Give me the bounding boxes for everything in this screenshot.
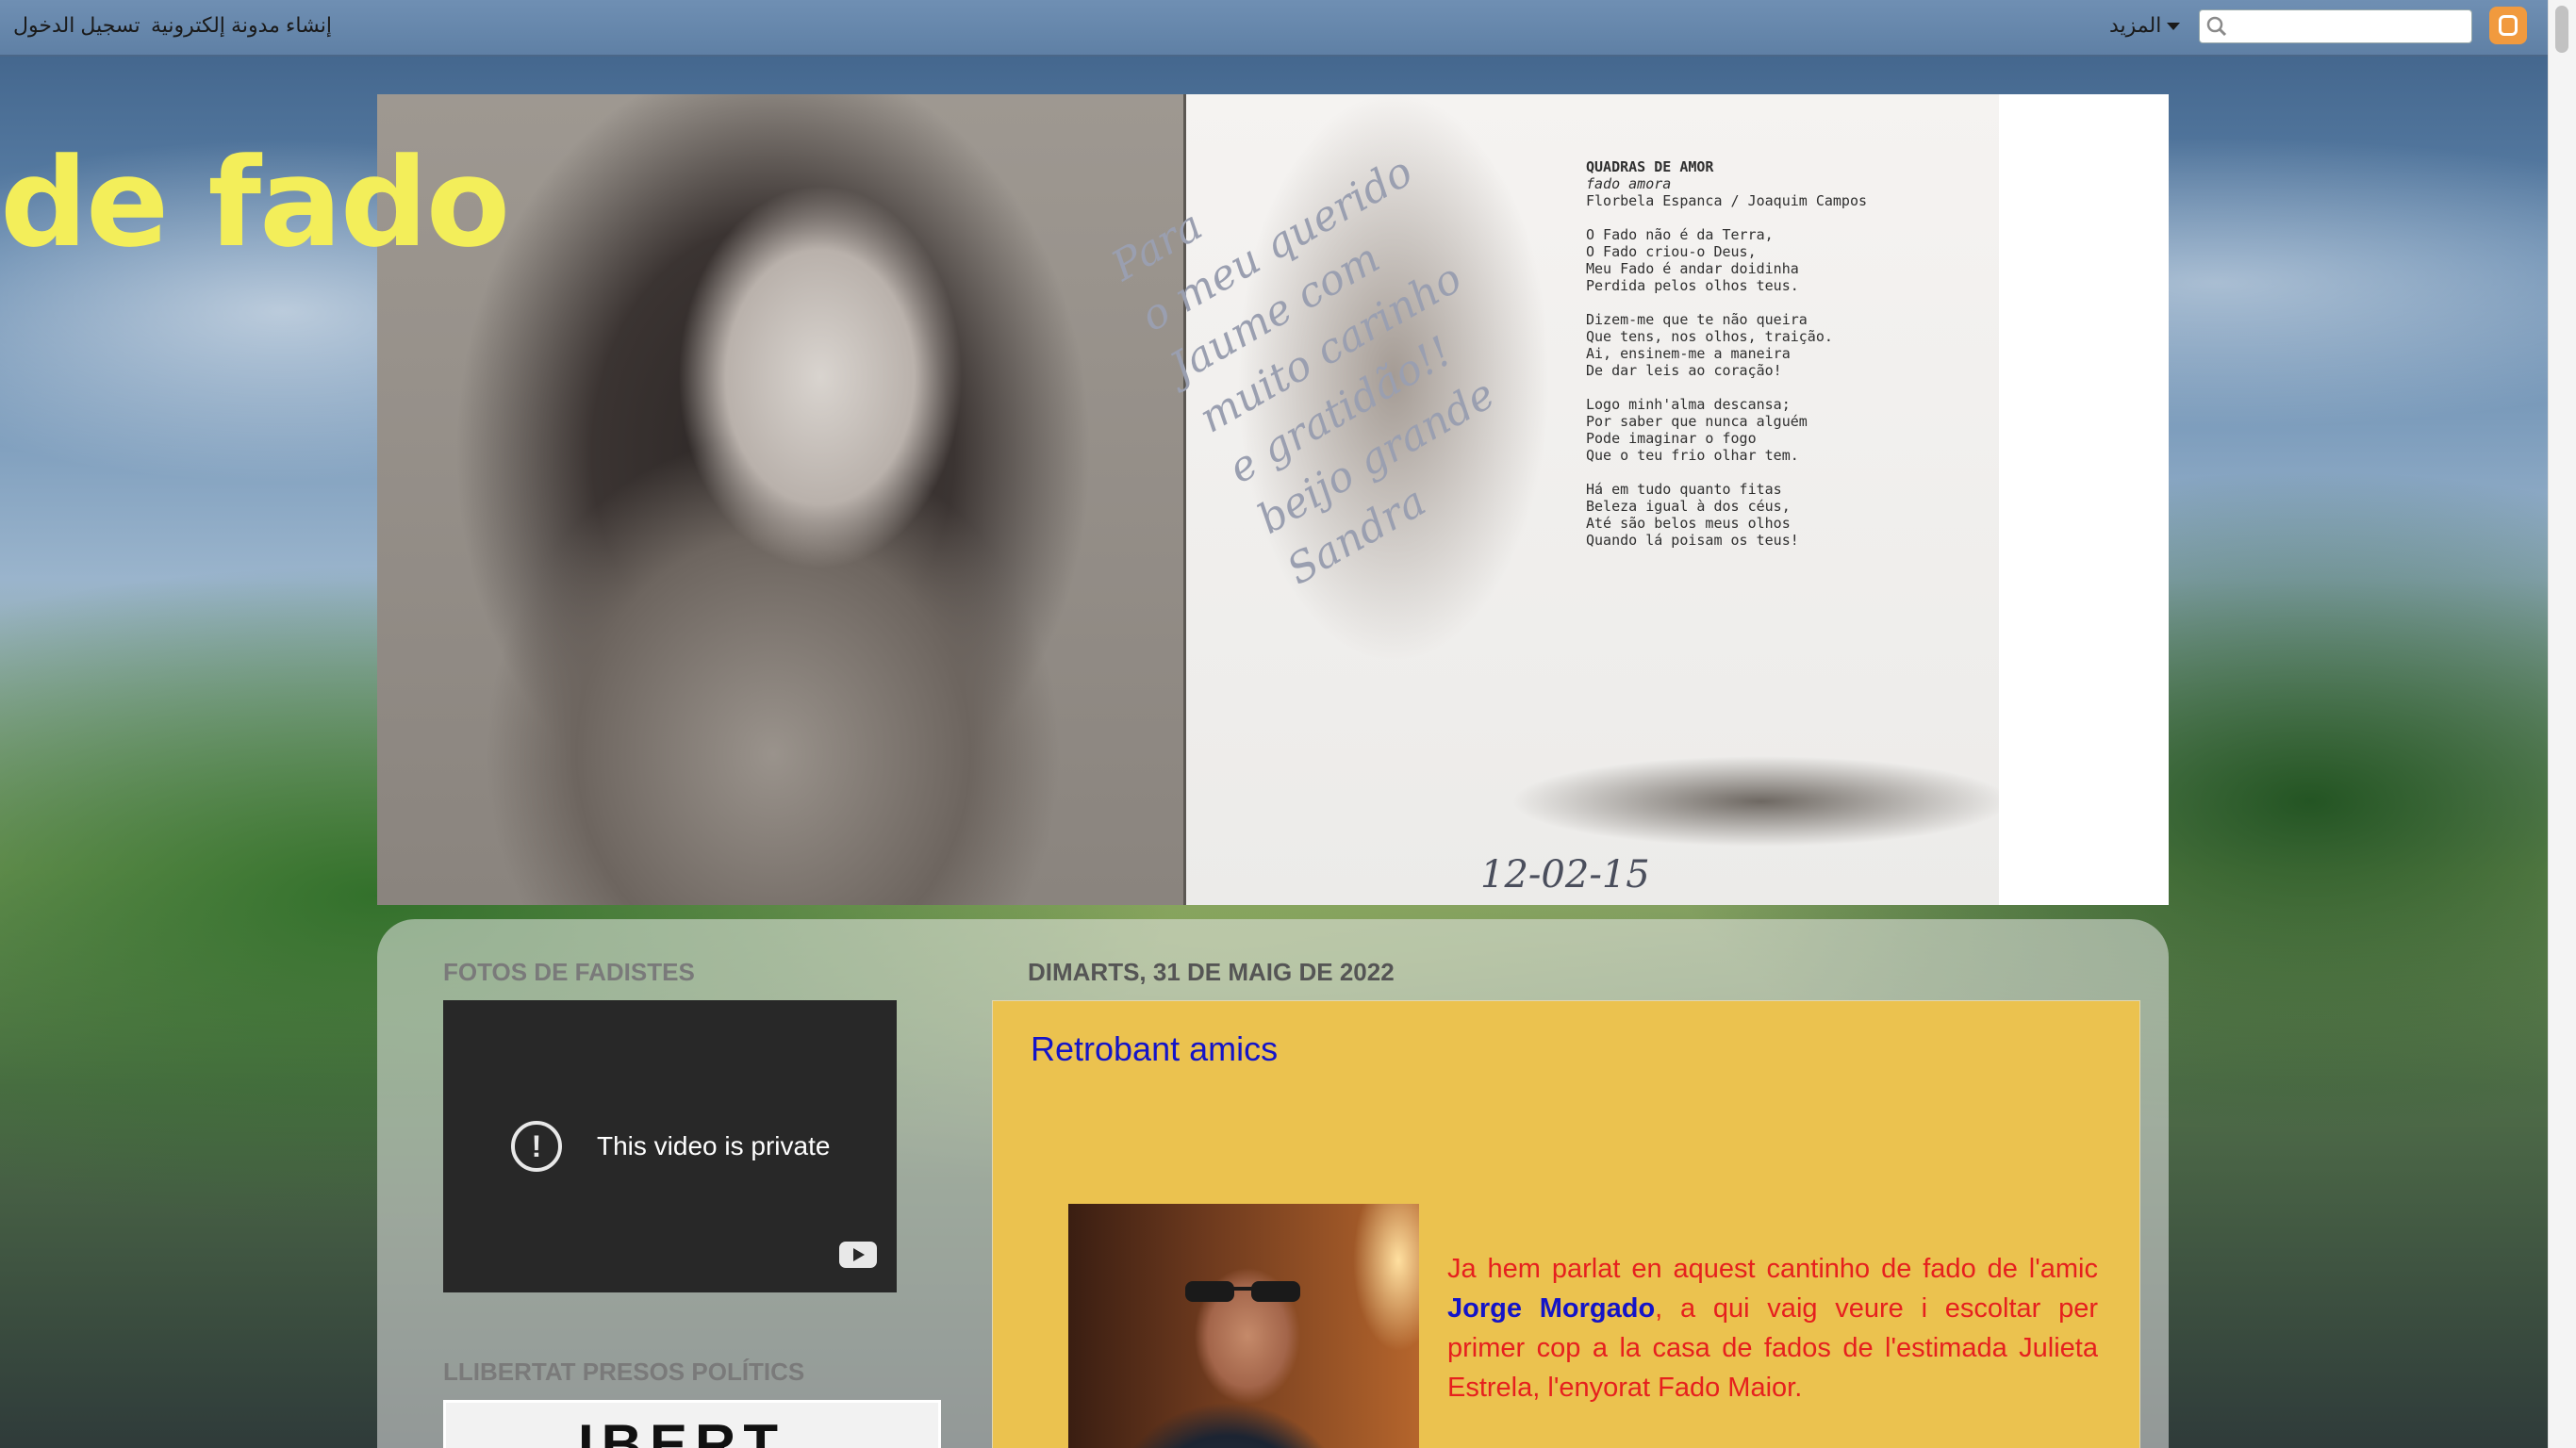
banner-image-text: IBERT [578, 1413, 785, 1448]
search-box[interactable] [2199, 9, 2472, 43]
post-text-intro: Ja hem parlat en aquest cantinho de fado… [1447, 1254, 2098, 1284]
create-blog-link[interactable]: إنشاء مدونة إلكترونية [151, 13, 332, 38]
search-input[interactable] [2234, 13, 2469, 41]
post-date-header: DIMARTS, 31 DE MAIG DE 2022 [1028, 958, 1395, 986]
youtube-icon[interactable] [839, 1242, 877, 1268]
scrollbar-thumb[interactable] [2555, 6, 2568, 53]
llibertat-banner-image[interactable]: IBERT [443, 1400, 941, 1448]
widget-title-fadistes: FOTOS DE FADISTES [443, 958, 695, 986]
glasses-shape [1185, 1281, 1300, 1302]
person-name-link[interactable]: Jorge Morgado [1447, 1293, 1655, 1324]
caret-down-icon [2167, 23, 2181, 31]
poem-stanza: Há em tudo quanto fitas Beleza igual à d… [1586, 481, 1799, 549]
handwritten-date: 12-02-15 [1480, 853, 1650, 897]
post-photo[interactable] [1068, 1204, 1419, 1448]
blogger-logo-icon[interactable] [2489, 7, 2527, 44]
post-body-text: Ja hem parlat en aquest cantinho de fado… [1447, 1249, 2098, 1407]
poem-stanza: Logo minh'alma descansa; Por saber que n… [1586, 396, 1808, 464]
poem-heading: QUADRAS DE AMOR [1586, 158, 1714, 175]
video-private-message: This video is private [597, 1131, 831, 1160]
poem-text: QUADRAS DE AMOR fado amora Florbela Espa… [1586, 158, 1867, 549]
post-title[interactable]: Retrobant amics [1031, 1029, 1278, 1069]
blog-title[interactable]: de fado [0, 141, 510, 264]
blog-post: Retrobant amics Ja hem parlat en aquest … [992, 1000, 2140, 1448]
search-icon [2206, 16, 2227, 37]
alert-icon: ! [511, 1121, 562, 1172]
video-embed[interactable]: ! This video is private [443, 1000, 897, 1292]
play-icon [853, 1248, 865, 1261]
poem-subtitle: fado amora [1586, 175, 1672, 192]
more-menu-label: المزيد [2109, 13, 2162, 37]
blogger-navbar: تسجيل الدخول إنشاء مدونة إلكترونية المزي… [0, 0, 2548, 57]
widget-title-presos: LLIBERTAT PRESOS POLÍTICS [443, 1358, 805, 1386]
blogger-b-glyph [2499, 15, 2518, 36]
scrollbar[interactable] [2548, 0, 2576, 1448]
poem-stanza: Dizem-me que te não queira Que tens, nos… [1586, 311, 1833, 379]
poem-authors: Florbela Espanca / Joaquim Campos [1586, 192, 1868, 209]
poem-stanza: O Fado não é da Terra, O Fado criou-o De… [1586, 226, 1799, 294]
more-menu[interactable]: المزيد [2109, 13, 2181, 38]
signin-link[interactable]: تسجيل الدخول [13, 13, 140, 38]
